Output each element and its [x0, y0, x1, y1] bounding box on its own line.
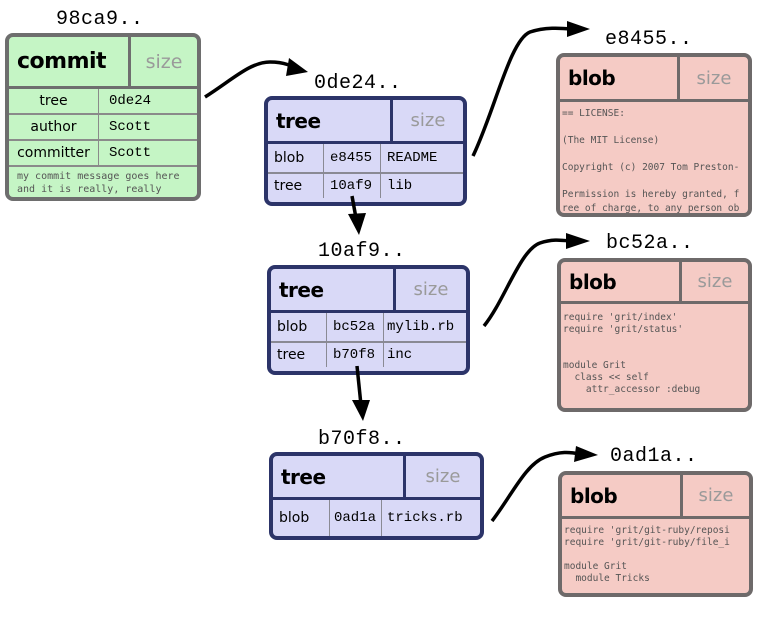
tree-hash-label: 10af9.. [318, 240, 406, 263]
object-type-label: tree [276, 108, 321, 133]
object-type-label: blob [569, 269, 617, 294]
arrow-head [567, 21, 590, 37]
object-type-label: tree [281, 464, 326, 489]
tree-header: tree size [271, 269, 466, 313]
commit-message: my commit message goes here and it is re… [9, 167, 197, 197]
size-label: size [403, 456, 480, 497]
field-label: author [9, 115, 99, 139]
entry-kind: blob [271, 313, 327, 341]
entry-name: README [387, 150, 438, 166]
tree-entry-row: tree b70f8 inc [271, 341, 466, 367]
commit-message-line: my commit message goes here [17, 171, 180, 182]
blob-object: blob size require 'grit/index' require '… [557, 258, 752, 412]
entry-kind: tree [271, 343, 327, 367]
entry-name: inc [387, 347, 413, 363]
tree-header: tree size [268, 100, 463, 144]
tree-entry-row: tree 10af9 lib [268, 172, 463, 198]
arrow-head [286, 58, 308, 76]
blob-header: blob size [561, 262, 748, 304]
commit-object: commit size tree 0de24 author Scott comm… [5, 33, 201, 201]
tree-hash-label: 0de24.. [314, 72, 402, 95]
field-value: Scott [109, 145, 152, 161]
size-label: size [680, 475, 749, 516]
object-type-label: blob [568, 66, 616, 90]
entry-sha: 0ad1a [330, 500, 382, 536]
field-label: tree [9, 89, 99, 113]
entry-kind: blob [273, 500, 330, 536]
entry-sha: e8455 [324, 144, 381, 172]
size-label: size [677, 57, 748, 99]
tree-header: tree size [273, 456, 480, 500]
tree-object: tree size blob bc52a mylib.rb tree b70f8… [267, 265, 470, 375]
size-label: size [393, 269, 466, 310]
tree-entry-row: blob bc52a mylib.rb [271, 313, 466, 341]
commit-field-row: author Scott [9, 115, 197, 141]
field-value: Scott [109, 119, 152, 135]
blob-hash-label: e8455.. [605, 28, 693, 51]
field-value: 0de24 [109, 93, 152, 109]
entry-name: lib [387, 178, 413, 194]
blob-header: blob size [560, 57, 748, 102]
arrow-head [574, 446, 598, 462]
entry-name: mylib.rb [387, 319, 455, 335]
arrow-head [348, 213, 366, 235]
blob-header: blob size [562, 475, 749, 519]
size-label: size [679, 262, 748, 301]
entry-name: tricks.rb [387, 510, 463, 526]
size-label: size [390, 100, 463, 141]
object-type-label: blob [570, 483, 618, 508]
entry-kind: tree [268, 174, 324, 198]
commit-field-row: tree 0de24 [9, 89, 197, 115]
commit-hash-label: 98ca9.. [56, 8, 144, 31]
tree-object: tree size blob e8455 README tree 10af9 l… [264, 96, 467, 206]
blob-object: blob size == LICENSE: (The MIT License) … [556, 53, 752, 217]
size-label: size [128, 37, 197, 86]
entry-sha: bc52a [327, 313, 384, 341]
blob-content: require 'grit/index' require 'grit/statu… [563, 312, 701, 395]
entry-kind: blob [268, 144, 324, 172]
arrow-commit-to-tree [204, 60, 299, 99]
commit-header: commit size [9, 37, 197, 89]
object-type-label: tree [279, 277, 324, 302]
blob-object: blob size require 'grit/git-ruby/reposi … [558, 471, 753, 597]
blob-hash-label: 0ad1a.. [610, 445, 698, 468]
blob-hash-label: bc52a.. [606, 232, 694, 255]
blob-content: == LICENSE: (The MIT License) Copyright … [562, 108, 740, 214]
tree-hash-label: b70f8.. [318, 428, 406, 451]
commit-message-line: and it is really, really cool [17, 184, 162, 195]
arrow-head [566, 233, 590, 249]
object-type-label: commit [17, 49, 107, 74]
tree-object: tree size blob 0ad1a tricks.rb [269, 452, 484, 540]
entry-sha: b70f8 [327, 343, 384, 367]
commit-field-row: committer Scott [9, 141, 197, 167]
arrow-head [352, 400, 370, 421]
field-label: committer [9, 141, 99, 165]
tree-entry-row: blob 0ad1a tricks.rb [273, 500, 480, 536]
blob-content: require 'grit/git-ruby/reposi require 'g… [564, 525, 730, 584]
entry-sha: 10af9 [324, 174, 381, 198]
tree-entry-row: blob e8455 README [268, 144, 463, 172]
